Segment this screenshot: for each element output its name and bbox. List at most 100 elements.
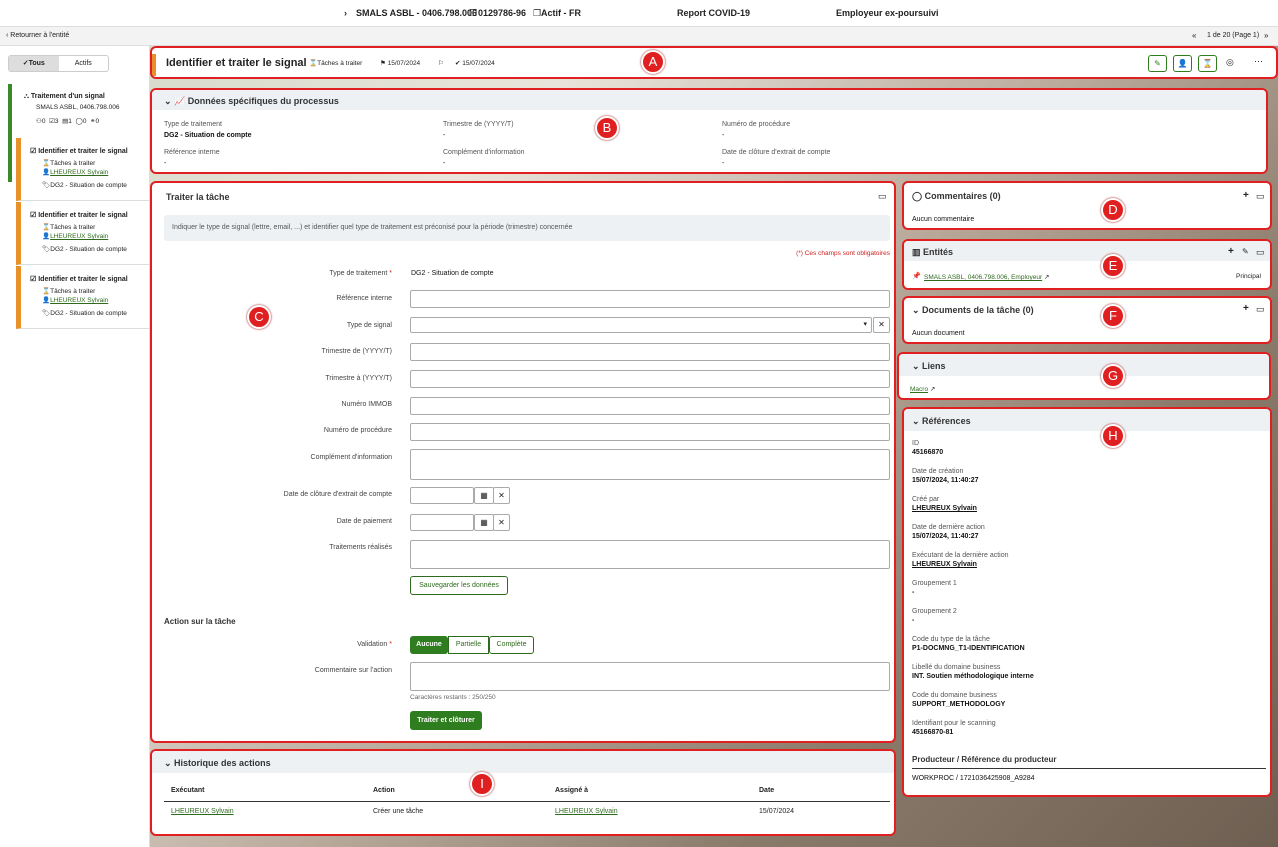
comment-label: Commentaire sur l'action bbox=[314, 667, 392, 674]
producer-value: WORKPROC / 1721036425908_A9284 bbox=[912, 775, 1035, 782]
history-title[interactable]: ⌄ Historique des actions bbox=[164, 758, 271, 769]
clear-icon[interactable]: ✕ bbox=[493, 514, 510, 531]
calendar-icon[interactable]: ▦ bbox=[474, 487, 494, 504]
process-data-title[interactable]: ⌄ 📈 Données spécifiques du processus bbox=[164, 96, 339, 107]
timer-button[interactable]: ⌛ bbox=[1198, 55, 1217, 72]
add-icon[interactable]: + bbox=[1243, 303, 1249, 314]
entity-status: Actif - FR bbox=[541, 8, 581, 18]
entity-id: 0129786-96 bbox=[478, 8, 527, 18]
entity-role: Principal bbox=[1236, 273, 1261, 280]
validation-none-button[interactable]: Aucune bbox=[410, 636, 448, 654]
external-link-icon[interactable]: ↗ bbox=[930, 386, 935, 393]
copy-icon[interactable]: ❐ bbox=[533, 8, 541, 19]
next-page-icon[interactable]: » bbox=[1264, 31, 1268, 40]
clear-icon[interactable]: ✕ bbox=[493, 487, 510, 504]
task-tag: DG2 - Situation de compte bbox=[50, 182, 127, 189]
window-icon[interactable]: ▭ bbox=[878, 191, 887, 202]
field-label: Trimestre de (YYYY/T) bbox=[443, 121, 514, 128]
last-executor-link[interactable]: LHEUREUX Sylvain bbox=[912, 561, 1262, 568]
marker-c: C bbox=[247, 305, 271, 329]
employer-label: Employeur ex-poursuivi bbox=[836, 8, 939, 18]
task-tag: DG2 - Situation de compte bbox=[50, 246, 127, 253]
task-user-link[interactable]: LHEUREUX Sylvain bbox=[50, 297, 108, 304]
flag-icon: ⚑ bbox=[380, 60, 386, 67]
calendar-icon[interactable]: ▦ bbox=[474, 514, 494, 531]
signal-type-select[interactable]: ▾ bbox=[410, 317, 872, 333]
header-status: Tâches à traiter bbox=[317, 60, 363, 67]
process-subtitle: SMALS ASBL, 0406.798.006 bbox=[36, 104, 120, 111]
first-page-icon[interactable]: « bbox=[1192, 31, 1196, 40]
producer-title: Producteur / Référence du producteur bbox=[912, 755, 1057, 764]
macro-link[interactable]: Macro bbox=[910, 386, 928, 393]
action-title: Action sur la tâche bbox=[164, 617, 236, 626]
links-title[interactable]: ⌄ Liens bbox=[912, 361, 946, 372]
procedure-input[interactable] bbox=[410, 423, 890, 441]
executor-link[interactable]: LHEUREUX Sylvain bbox=[171, 808, 234, 815]
task-item[interactable]: ☑ Identifier et traiter le signal ⌛Tâche… bbox=[16, 202, 149, 265]
marker-a: A bbox=[641, 50, 665, 74]
marker-f: F bbox=[1101, 304, 1125, 328]
validation-complete-button[interactable]: Complète bbox=[489, 636, 534, 654]
marker-d: D bbox=[1101, 198, 1125, 222]
references-title[interactable]: ⌄ Références bbox=[912, 416, 971, 427]
field-label: Numéro de procédure bbox=[722, 121, 791, 128]
assign-user-button[interactable]: 👤 bbox=[1173, 55, 1192, 72]
edit-button[interactable]: ✎ bbox=[1148, 55, 1167, 72]
validation-label: Validation * bbox=[357, 641, 392, 648]
task-form-title: Traiter la tâche bbox=[166, 192, 230, 202]
quarter-from-input[interactable] bbox=[410, 343, 890, 361]
validation-partial-button[interactable]: Partielle bbox=[448, 636, 489, 654]
window-icon[interactable]: ▭ bbox=[1256, 191, 1265, 202]
task-user-link[interactable]: LHEUREUX Sylvain bbox=[50, 233, 108, 240]
marker-e: E bbox=[1101, 254, 1125, 278]
more-icon[interactable]: ⋯ bbox=[1254, 56, 1263, 67]
task-user-link[interactable]: LHEUREUX Sylvain bbox=[50, 169, 108, 176]
report-label: Report COVID-19 bbox=[677, 8, 751, 18]
payment-date-input[interactable] bbox=[410, 514, 474, 531]
copy-icon[interactable]: ❐ bbox=[469, 8, 477, 19]
closing-date-input[interactable] bbox=[410, 487, 474, 504]
hide-icon[interactable]: ◎ bbox=[1226, 57, 1234, 68]
toggle-active[interactable]: Actifs bbox=[59, 56, 109, 71]
chevron-right-icon[interactable]: › bbox=[344, 8, 347, 18]
task-status: Tâches à traiter bbox=[50, 160, 96, 167]
field-value: - bbox=[722, 160, 725, 167]
add-icon[interactable]: + bbox=[1243, 190, 1249, 201]
page-title: Identifier et traiter le signal bbox=[166, 57, 307, 69]
window-icon[interactable]: ▭ bbox=[1256, 304, 1265, 315]
sub-bar: ‹ Retourner à l'entité « 1 de 20 (Page 1… bbox=[0, 27, 1278, 46]
clear-icon[interactable]: ✕ bbox=[873, 317, 890, 333]
entity-name: SMALS ASBL - 0406.798.006 bbox=[356, 8, 478, 18]
back-link[interactable]: ‹ Retourner à l'entité bbox=[6, 32, 69, 39]
creator-link[interactable]: LHEUREUX Sylvain bbox=[912, 505, 1262, 512]
documents-title[interactable]: ⌄ Documents de la tâche (0) bbox=[912, 305, 1034, 316]
field-label: Date de clôture d'extrait de compte bbox=[722, 149, 831, 156]
check-circle-icon: ✔ bbox=[455, 60, 461, 67]
assignee-link[interactable]: LHEUREUX Sylvain bbox=[555, 808, 618, 815]
entity-link[interactable]: SMALS ASBL, 0406.798.006, Employeur bbox=[924, 274, 1042, 281]
submit-button[interactable]: Traiter et clôturer bbox=[410, 711, 482, 730]
documents-empty: Aucun document bbox=[912, 330, 965, 337]
task-item[interactable]: ☑ Identifier et traiter le signal ⌛Tâche… bbox=[16, 266, 149, 329]
comment-textarea[interactable] bbox=[410, 662, 890, 691]
flag-icon: ⚐ bbox=[438, 60, 444, 67]
marker-b: B bbox=[595, 116, 619, 140]
reference-input[interactable] bbox=[410, 290, 890, 308]
toggle-all[interactable]: ✓Tous bbox=[9, 56, 59, 71]
window-icon[interactable]: ▭ bbox=[1256, 247, 1265, 258]
pencil-icon[interactable]: ✎ bbox=[1242, 247, 1249, 256]
treatments-textarea[interactable] bbox=[410, 540, 890, 569]
immob-input[interactable] bbox=[410, 397, 890, 415]
complement-textarea[interactable] bbox=[410, 449, 890, 480]
process-title: Traitement d'un signal bbox=[30, 93, 105, 100]
required-note: (*) Ces champs sont obligatoires bbox=[796, 250, 890, 257]
complement-label: Complément d'information bbox=[310, 454, 392, 461]
field-label: Type de traitement bbox=[164, 121, 222, 128]
process-data-panel: ⌄ 📈 Données spécifiques du processus Typ… bbox=[150, 88, 1268, 174]
building-icon: ▥ bbox=[912, 247, 921, 257]
quarter-to-input[interactable] bbox=[410, 370, 890, 388]
external-link-icon[interactable]: ↗ bbox=[1044, 274, 1049, 281]
task-item[interactable]: ☑ Identifier et traiter le signal ⌛Tâche… bbox=[16, 138, 149, 201]
save-button[interactable]: Sauvegarder les données bbox=[410, 576, 508, 595]
add-icon[interactable]: + bbox=[1228, 246, 1234, 257]
